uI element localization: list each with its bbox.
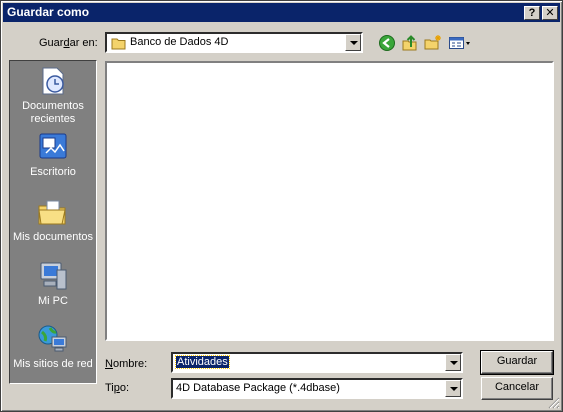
network-places-icon — [37, 323, 69, 355]
my-documents-icon — [37, 196, 69, 228]
filetype-value: 4D Database Package (*.4dbase) — [176, 382, 340, 394]
places-my-computer[interactable]: Mi PC — [10, 260, 96, 308]
places-my-documents[interactable]: Mis documentos — [10, 196, 96, 244]
lookin-label: Guardar en: — [39, 37, 98, 49]
filename-value: Atividades — [175, 355, 230, 369]
chevron-down-icon[interactable] — [345, 34, 361, 51]
back-button[interactable] — [378, 34, 398, 52]
lookin-dropdown[interactable]: Banco de Dados 4D — [105, 32, 363, 53]
help-button[interactable]: ? — [524, 6, 540, 20]
save-button[interactable]: Guardar — [480, 350, 554, 375]
back-arrow-icon — [379, 35, 395, 51]
places-desktop[interactable]: Escritorio — [10, 131, 96, 179]
filetype-dropdown[interactable]: 4D Database Package (*.4dbase) — [171, 378, 463, 399]
window-title: Guardar como — [7, 5, 90, 19]
recent-documents-icon — [37, 65, 69, 97]
file-list[interactable] — [105, 61, 554, 341]
my-computer-icon — [37, 260, 69, 292]
save-as-dialog: Guardar como ? ✕ Guardar en: Banco de Da… — [0, 0, 563, 412]
title-bar[interactable]: Guardar como ? ✕ — [3, 3, 560, 22]
cancel-button[interactable]: Cancelar — [481, 377, 553, 400]
desktop-icon — [37, 131, 69, 163]
lookin-value: Banco de Dados 4D — [130, 36, 229, 48]
filename-field[interactable]: Atividades — [171, 352, 463, 373]
places-network-places[interactable]: Mis sitios de red — [10, 323, 96, 371]
folder-icon — [111, 37, 127, 53]
up-one-level-button[interactable] — [401, 34, 421, 52]
close-button[interactable]: ✕ — [542, 6, 558, 20]
filetype-label: Tipo: — [105, 382, 130, 394]
resize-grip-icon[interactable] — [548, 397, 560, 409]
views-menu-button[interactable] — [448, 34, 472, 52]
places-bar: Documentos recientes Escritorio Mis docu… — [9, 60, 97, 384]
views-menu-icon — [449, 37, 470, 49]
filename-label: Nombre: — [105, 358, 148, 370]
places-recent-documents[interactable]: Documentos recientes — [10, 65, 96, 126]
places-label: Mis documentos — [12, 231, 94, 243]
chevron-down-icon[interactable] — [445, 380, 461, 397]
new-folder-button[interactable] — [424, 34, 444, 52]
places-label: Escritorio — [30, 166, 76, 178]
places-label: Mi PC — [38, 295, 68, 307]
chevron-down-icon[interactable] — [445, 354, 461, 371]
places-label: Mis sitios de red — [13, 358, 93, 370]
new-folder-icon — [424, 35, 441, 50]
places-label: Documentos recientes — [22, 100, 84, 125]
up-folder-icon — [402, 35, 417, 51]
